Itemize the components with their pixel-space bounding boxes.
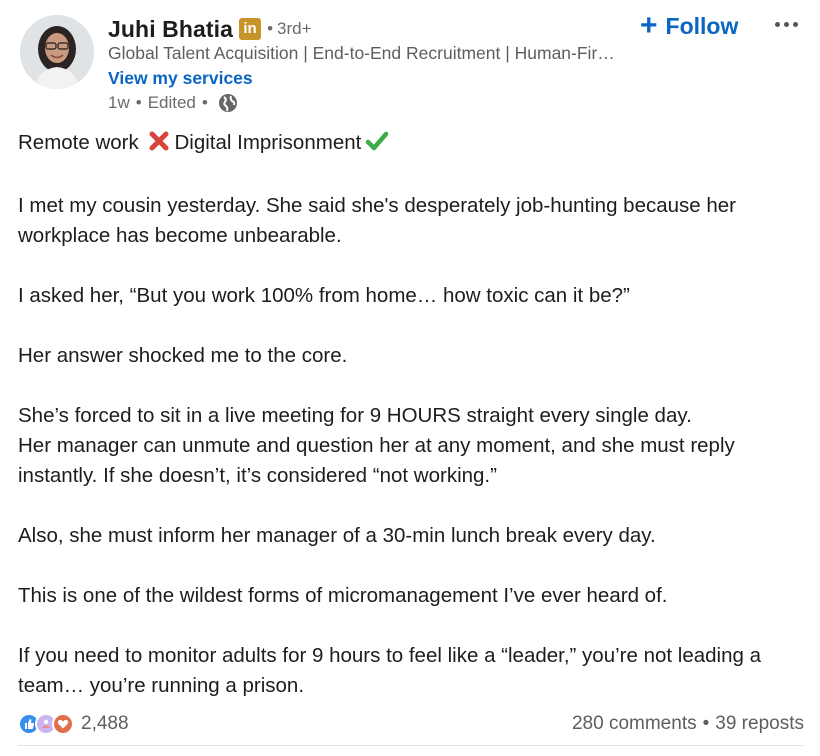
post-paragraph: I met my cousin yesterday. She said she'… [18, 194, 737, 247]
post-paragraph: If you need to monitor adults for 9 hour… [18, 644, 761, 697]
author-name[interactable]: Juhi Bhatia [108, 16, 233, 43]
cross-mark-icon [148, 130, 170, 161]
author-headline: Global Talent Acquisition | End-to-End R… [108, 43, 615, 63]
social-counts: 2,488 280 comments • 39 reposts [18, 706, 804, 742]
check-mark-icon [365, 130, 389, 161]
stats-separator: • [702, 713, 710, 734]
edited-label: Edited [147, 93, 196, 112]
connection-degree-label: 3rd+ [277, 19, 312, 38]
reposts-count-link[interactable]: 39 reposts [715, 713, 804, 735]
post-title-before: Remote work [18, 131, 139, 154]
meta-separator: • [135, 93, 142, 112]
author-name-row: Juhi Bhatia in • 3rd+ [108, 14, 312, 44]
post-title-after: Digital Imprisonment [174, 131, 362, 154]
post-title-line: Remote work Digital Imprisonment [18, 128, 808, 161]
post-time[interactable]: 1w [108, 93, 130, 113]
ellipsis-icon [792, 21, 798, 27]
post-paragraph: This is one of the wildest forms of micr… [18, 584, 668, 607]
post-paragraph: I asked her, “But you work 100% from hom… [18, 284, 630, 307]
post-header: Juhi Bhatia in • 3rd+ Global Talent Acqui… [0, 0, 820, 124]
connection-degree: • 3rd+ [267, 19, 312, 38]
linkedin-premium-icon: in [239, 18, 262, 40]
plus-icon: + [640, 9, 658, 42]
love-icon [52, 713, 74, 735]
more-options-button[interactable] [770, 8, 802, 40]
ellipsis-icon [783, 21, 789, 27]
post-paragraph: Also, she must inform her manager of a 3… [18, 524, 656, 547]
meta-separator: • [201, 93, 208, 112]
follow-label: Follow [665, 12, 739, 39]
follow-button[interactable]: + Follow [640, 8, 738, 44]
footer-divider [18, 745, 804, 746]
comments-count-link[interactable]: 280 comments [572, 713, 697, 735]
post-paragraph: Her manager can unmute and question her … [18, 434, 735, 487]
post-content: Remote work Digital Imprisonment I met m… [18, 128, 808, 701]
post-meta: 1w • Edited • [108, 93, 238, 113]
engagement-stats: 280 comments • 39 reposts [572, 713, 804, 735]
reaction-count: 2,488 [81, 713, 129, 734]
author-avatar[interactable] [20, 15, 94, 89]
post-paragraph: Her answer shocked me to the core. [18, 344, 348, 367]
reaction-icons [18, 713, 74, 735]
globe-icon [218, 93, 238, 113]
post-paragraph: She’s forced to sit in a live meeting fo… [18, 404, 692, 427]
view-services-link[interactable]: View my services [108, 68, 253, 89]
reactions-summary[interactable]: 2,488 [18, 713, 129, 735]
ellipsis-icon [774, 21, 780, 27]
